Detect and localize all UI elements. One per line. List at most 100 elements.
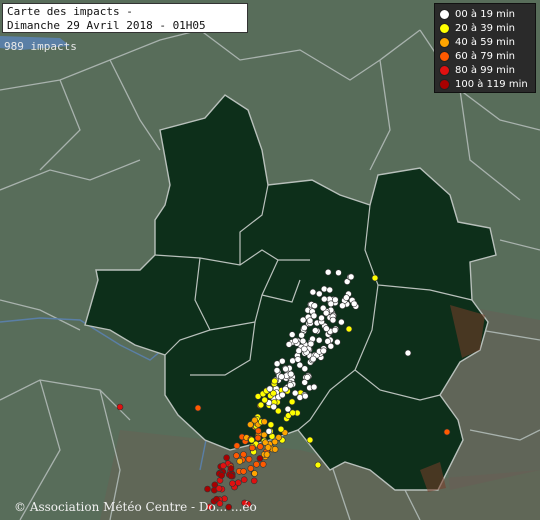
strike-dot: [271, 445, 279, 453]
legend-swatch-icon: [439, 78, 450, 90]
legend-label: 80 à 99 min: [455, 64, 515, 76]
strike-dot: [287, 370, 295, 378]
strike-dot: [291, 389, 299, 397]
strike-dot: [254, 434, 262, 442]
legend-swatch-icon: [439, 36, 450, 48]
strike-dot: [279, 391, 286, 399]
strike-dot: [227, 472, 235, 480]
strike-dot: [300, 345, 308, 353]
strike-dot: [327, 300, 335, 308]
strike-dot: [248, 444, 256, 452]
strike-dot: [282, 385, 289, 393]
strike-dot: [220, 462, 227, 470]
strike-dot: [304, 373, 311, 381]
strike-dot: [443, 428, 451, 436]
strike-dot: [285, 341, 293, 348]
strike-dot: [273, 367, 281, 374]
strike-dot: [289, 409, 297, 417]
strike-dot: [116, 403, 124, 411]
strike-dot: [251, 416, 258, 424]
strike-dot: [259, 460, 267, 468]
strike-dot: [250, 477, 258, 485]
strike-dot: [320, 347, 327, 355]
legend-item: 00 à 19 min: [439, 7, 535, 21]
strike-dot: [404, 349, 412, 357]
strike-dot: [334, 338, 341, 346]
strike-dot: [251, 470, 258, 477]
strike-dot: [282, 365, 289, 373]
legend-label: 20 à 39 min: [455, 22, 515, 34]
strike-dot: [240, 451, 247, 458]
strike-dot: [296, 394, 304, 401]
strike-dot: [338, 318, 345, 326]
strike-dot: [253, 460, 260, 468]
strike-dot: [265, 427, 273, 435]
strike-dot: [294, 356, 302, 363]
legend-item: 80 à 99 min: [439, 63, 535, 77]
strike-dot: [329, 316, 337, 324]
strike-dot: [215, 485, 223, 492]
legend-label: 100 à 119 min: [455, 78, 528, 90]
strike-dot: [309, 355, 317, 363]
strike-dot: [343, 294, 350, 301]
strike-dot: [233, 442, 241, 450]
legend-swatch-icon: [439, 22, 450, 34]
strike-dot: [261, 396, 269, 404]
strike-dot: [306, 317, 314, 325]
strike-dot: [371, 274, 379, 282]
strike-dot: [248, 436, 255, 444]
strike-dot: [261, 418, 268, 426]
strike-dot: [255, 427, 262, 435]
strike-dot: [287, 381, 294, 389]
legend-label: 40 à 59 min: [455, 36, 515, 48]
strike-dot: [236, 457, 244, 465]
strike-dot: [264, 444, 272, 451]
strike-dot: [299, 337, 307, 345]
strike-dot: [292, 337, 299, 345]
strike-dot: [339, 302, 346, 310]
strike-dot: [315, 290, 323, 298]
strike-dot: [301, 365, 309, 373]
legend-swatch-icon: [439, 64, 450, 76]
strike-dot: [335, 269, 342, 277]
strike-dot: [324, 268, 332, 276]
strike-dot: [301, 392, 309, 400]
strike-dot: [322, 309, 330, 317]
strike-dot: [223, 454, 230, 462]
strike-dot: [298, 331, 305, 339]
strike-dot: [227, 465, 235, 472]
title-line-1: Carte des impacts -: [7, 5, 133, 18]
strike-dot: [267, 421, 275, 429]
legend-label: 00 à 19 min: [455, 8, 515, 20]
legend-item: 40 à 59 min: [439, 35, 535, 49]
strike-dot: [345, 325, 353, 333]
strike-dot: [323, 325, 330, 332]
strike-dot: [229, 480, 236, 487]
strike-dot: [277, 425, 285, 433]
legend-item: 60 à 79 min: [439, 49, 535, 63]
strike-dot: [311, 302, 318, 310]
legend-swatch-icon: [439, 50, 450, 62]
strike-dot: [257, 401, 265, 409]
strike-dot: [327, 342, 335, 350]
strike-dot: [240, 468, 247, 475]
strike-dot: [235, 479, 242, 487]
strike-dot: [247, 465, 255, 472]
strike-dot: [310, 312, 318, 320]
legend-item: 20 à 39 min: [439, 21, 535, 35]
strike-dot: [266, 385, 274, 393]
strike-dot: [309, 288, 317, 296]
strike-dot: [318, 314, 325, 322]
strike-dot: [288, 398, 296, 406]
strike-dot: [307, 340, 315, 348]
strike-dot: [326, 286, 334, 294]
impact-count: 989 impacts: [4, 40, 77, 53]
strike-dot: [233, 452, 240, 459]
strike-dot: [320, 285, 328, 293]
strike-dot: [314, 461, 322, 469]
strike-dot: [311, 327, 319, 334]
strike-dot: [350, 300, 358, 308]
strike-dot: [295, 347, 303, 355]
strike-dot: [347, 273, 355, 281]
strike-dot: [218, 472, 225, 479]
